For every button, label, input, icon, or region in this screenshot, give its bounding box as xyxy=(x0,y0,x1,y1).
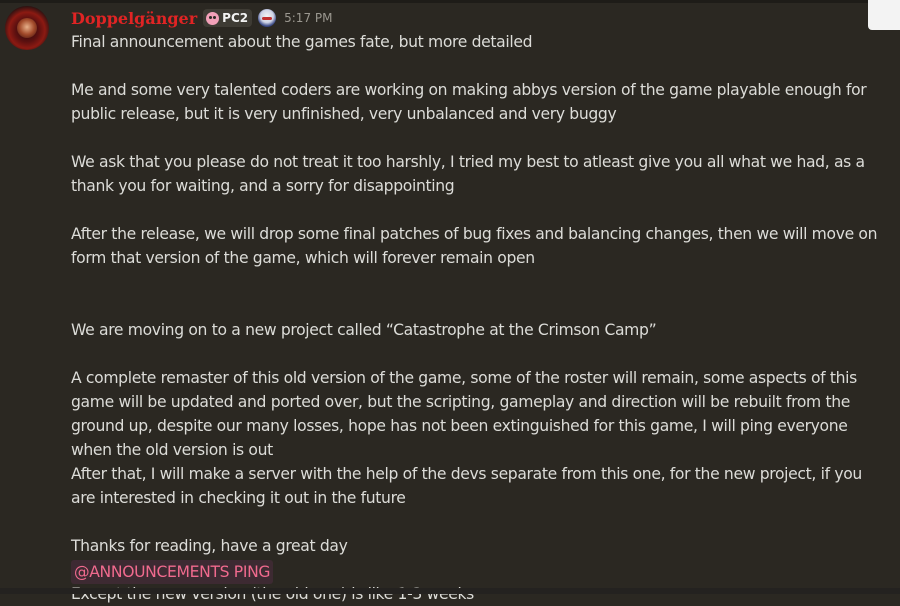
message-content: Final announcement about the games fate,… xyxy=(71,30,881,584)
message-line: After that, I will make a server with th… xyxy=(71,465,862,507)
message-line: Final announcement about the games fate,… xyxy=(71,33,533,51)
bottom-bar xyxy=(0,588,900,594)
message-line: Thanks for reading, have a great day xyxy=(71,537,348,555)
role-badge-icon[interactable] xyxy=(258,9,277,27)
message-timestamp[interactable]: 5:17 PM xyxy=(284,11,332,25)
message-header: Doppelgänger PC2 5:17 PM xyxy=(71,6,332,30)
chat-message: Doppelgänger PC2 5:17 PM Final announcem… xyxy=(0,0,900,603)
author-username[interactable]: Doppelgänger xyxy=(71,9,197,28)
avatar-face xyxy=(17,18,37,38)
skull-icon xyxy=(206,11,220,25)
message-line-cutoff: Except the new version (the old one) is … xyxy=(71,585,474,603)
message-line: Me and some very talented coders are wor… xyxy=(71,81,867,123)
message-line: After the release, we will drop some fin… xyxy=(71,225,878,267)
message-line: A complete remaster of this old version … xyxy=(71,369,857,459)
window-corner-button[interactable] xyxy=(868,0,900,30)
server-tag[interactable]: PC2 xyxy=(203,9,253,27)
server-tag-label: PC2 xyxy=(222,11,249,25)
message-line: We ask that you please do not treat it t… xyxy=(71,153,865,195)
role-mention[interactable]: @ANNOUNCEMENTS PING xyxy=(71,560,274,584)
user-avatar[interactable] xyxy=(5,6,49,50)
message-line: We are moving on to a new project called… xyxy=(71,321,657,339)
